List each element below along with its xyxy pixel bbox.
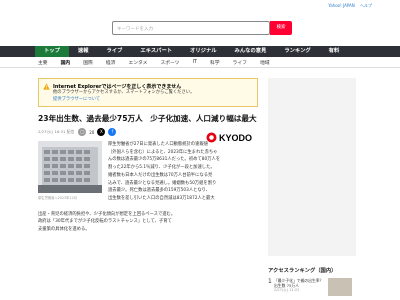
- subnav-economy[interactable]: 経済: [106, 59, 116, 66]
- subnav-local[interactable]: 地域: [260, 59, 270, 66]
- warning-icon: [43, 83, 50, 90]
- nav-top[interactable]: トップ: [35, 46, 69, 57]
- x-share-icon[interactable]: X: [97, 128, 106, 136]
- lead-line: 政府は「30年代までが少子化反転のラストチャンス」として、子育て: [38, 219, 172, 225]
- nav-ranking[interactable]: ランキング: [275, 46, 319, 57]
- search-button[interactable]: 検索: [270, 21, 292, 35]
- notice-title: Internet Explorerではページを正しく表示できません: [53, 84, 182, 90]
- article-photo[interactable]: [38, 141, 102, 193]
- subnav-science[interactable]: 科学: [210, 59, 220, 66]
- nav-breaking[interactable]: 速報: [69, 46, 98, 57]
- rank-thumbnail[interactable]: [328, 278, 352, 296]
- search-input[interactable]: キーワードを入力: [112, 21, 270, 35]
- article-column: Internet Explorerではページを正しく表示できません 他のブラウザ…: [38, 78, 258, 234]
- help-link[interactable]: ヘルプ: [360, 3, 372, 8]
- ie-notice: Internet Explorerではページを正しく表示できません 他のブラウザ…: [38, 78, 258, 107]
- kyodo-logo-icon: [206, 132, 217, 143]
- source-name: KYODO: [219, 132, 253, 143]
- article-body-row: 厚生労働省＝2023年12月 厚生労働省が27日に発表した人口動態統計の速報値 …: [38, 141, 258, 203]
- rank-date: 2/27(火) 11:22: [274, 288, 300, 292]
- nav-opinion[interactable]: みんなの意見: [226, 46, 276, 57]
- facebook-share-icon[interactable]: f: [108, 128, 117, 136]
- nav-expert[interactable]: エキスパート: [131, 46, 181, 57]
- photo-block: 厚生労働省＝2023年12月: [38, 141, 102, 203]
- subnav-sports[interactable]: スポーツ: [160, 59, 179, 66]
- nav-live[interactable]: ライブ: [98, 46, 132, 57]
- lead-line: 出産・育児の経済的負担や、少子化傾向が想定を上回るペースで進む。: [38, 211, 176, 217]
- nav-paid[interactable]: 有料: [320, 46, 349, 57]
- main-nav: トップ 速報 ライブ エキスパート オリジナル みんなの意見 ランキング 有料: [0, 46, 400, 57]
- body-line: 婚者数も日本人だけの出生数は70万人台前半になる見: [108, 172, 213, 178]
- lead-line: 支援策の具体化を進める。: [38, 227, 90, 233]
- rank-content: 「最少子化」で親の出生率？ 出生数 75万人 2/27(火) 11:22: [274, 278, 326, 296]
- comment-count[interactable]: 20: [89, 130, 94, 135]
- ad-placeholder: [268, 78, 356, 256]
- subnav-domestic[interactable]: 国内: [61, 59, 71, 66]
- building-photo-icon: [38, 141, 102, 193]
- subnav-international[interactable]: 国際: [83, 59, 93, 66]
- sub-nav: 主要 国内 国際 経済 エンタメ スポーツ IT 科学 ライフ 地域: [0, 57, 400, 68]
- article-lead: 出産・育児の経済的負担や、少子化傾向が想定を上回るペースで進む。 政府は「30年…: [38, 211, 258, 234]
- rank-headline[interactable]: 「最少子化」で親の出生率？ 出生数 75万人: [274, 278, 326, 288]
- photo-caption: 厚生労働省＝2023年12月: [38, 196, 77, 200]
- subnav-entertainment[interactable]: エンタメ: [128, 59, 147, 66]
- body-line: 過去最少。死亡数は過去最多の159万503人となり、: [108, 188, 211, 194]
- body-line: （外国人らを含む）によると、2023年に生まれた赤ちゃ: [108, 149, 218, 155]
- subnav-it[interactable]: IT: [193, 60, 197, 65]
- ranking-title: アクセスランキング（国内）: [268, 268, 337, 274]
- body-line: 込みで、過去最少となる見通し。婚姻数も50万組を割り: [108, 180, 217, 186]
- nav-original[interactable]: オリジナル: [181, 46, 226, 57]
- header: キーワードを入力 検索: [0, 12, 400, 46]
- comment-icon[interactable]: ◯: [78, 128, 87, 136]
- article-title: 23年出生数、過去最少75万人 少子化加速、人口減り幅は最大: [38, 114, 257, 123]
- article-body: 厚生労働省が27日に発表した人口動態統計の速報値 （外国人らを含む）によると、2…: [108, 141, 220, 203]
- body-line: 出生数を差し引いた人口の自然減は83万1872人と最大: [108, 195, 215, 201]
- notice-link[interactable]: 提供ブラウザーについて: [53, 96, 251, 102]
- top-links: Yahoo! JAPAN ヘルプ: [324, 3, 372, 9]
- subnav-life[interactable]: ライフ: [233, 59, 247, 66]
- source-logo: KYODO: [206, 132, 252, 143]
- body-line: んの数は過去最少の75万8631人だった。初めて80万人を: [108, 157, 221, 163]
- article-date: 2/27(火) 16:31 配信: [38, 129, 75, 134]
- yahoo-link[interactable]: Yahoo! JAPAN: [328, 3, 354, 8]
- body-line: 割った22年から5.1％減り、少子化が一段と加速した。: [108, 165, 215, 171]
- subnav-main[interactable]: 主要: [38, 59, 48, 66]
- ranking-item[interactable]: 1 「最少子化」で親の出生率？ 出生数 75万人 2/27(火) 11:22: [268, 278, 356, 296]
- sidebar: アクセスランキング（国内） 1 「最少子化」で親の出生率？ 出生数 75万人 2…: [268, 78, 356, 296]
- body-line: 厚生労働省が27日に発表した人口動態統計の速報値: [108, 142, 208, 147]
